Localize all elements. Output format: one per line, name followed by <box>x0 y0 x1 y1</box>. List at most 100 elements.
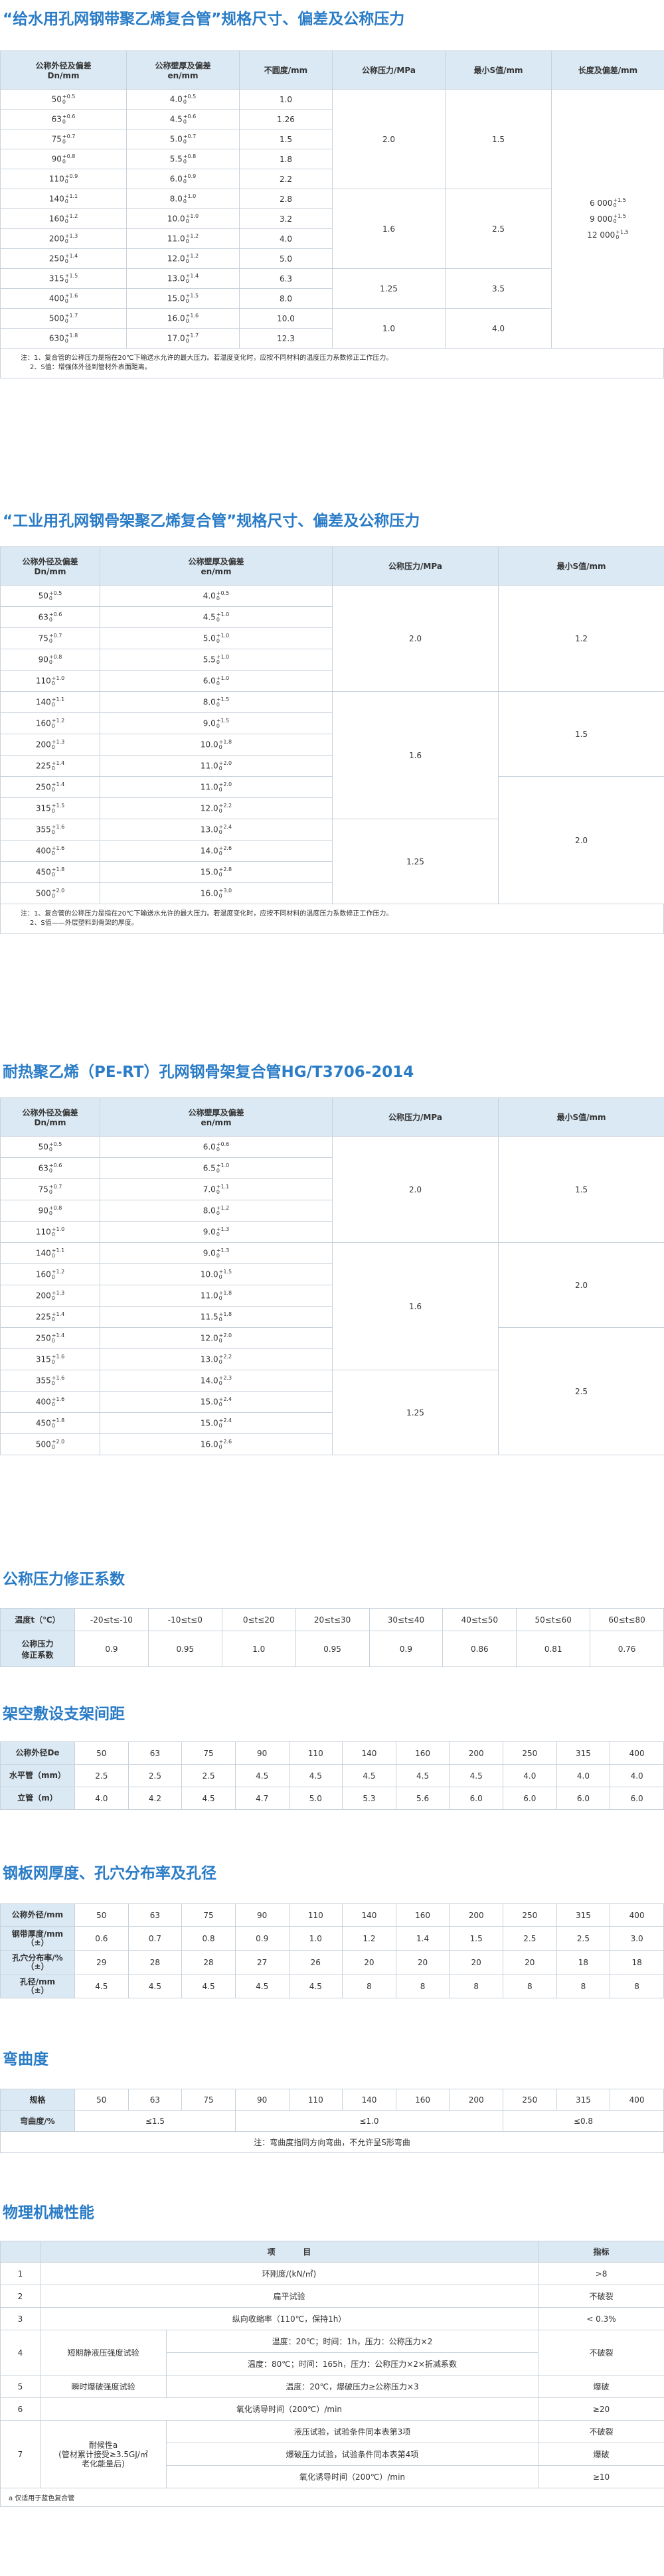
tolerance: +1.8 0 <box>52 1417 64 1429</box>
cell: 16.0+1.6 0 <box>126 308 240 329</box>
tolerance-lower: 0 <box>62 118 66 125</box>
value: 250 <box>35 1333 51 1342</box>
cell: 6.0+0.6 0 <box>100 1136 333 1158</box>
value: 75 <box>51 134 62 143</box>
cell: 0.8 <box>181 1926 236 1951</box>
tolerance: +0.6 0 <box>48 611 62 623</box>
tolerance-lower: 0 <box>183 118 187 125</box>
cell: 1.25 <box>332 819 499 904</box>
value: 160 <box>35 718 51 728</box>
tolerance-lower: 0 <box>51 1337 55 1344</box>
value: 14.0 <box>200 846 218 855</box>
cell: 90 <box>234 1903 290 1927</box>
cell: 1.25 <box>332 268 446 309</box>
cell: 11.0+1.8 0 <box>100 1285 333 1307</box>
cell: 1.5 <box>449 1926 503 1951</box>
column-header: 公称壁厚及偏差 en/mm <box>100 1097 333 1137</box>
cell: 13.0+2.4 0 <box>100 819 333 841</box>
cell: 不破裂 <box>538 2285 664 2308</box>
table-industrial-pipe: 公称外径及偏差 Dn/mm 公称壁厚及偏差 en/mm 公称压力/MPa 最小S值/m… <box>0 546 664 934</box>
tolerance: +1.5 0 <box>616 230 628 240</box>
value: 10.0 <box>167 214 185 223</box>
cell: 2.5 <box>445 189 552 269</box>
cell: 短期静液压强度试验 <box>40 2330 167 2375</box>
cell: 15.0+2.8 0 <box>100 861 333 883</box>
cell: 450+1.8 0 <box>0 1412 100 1434</box>
table-notes: 注：1、复合管的公称压力是指在20℃下输送水允许的最大压力。若温度变化时，应按不… <box>0 349 664 378</box>
value: 11.0 <box>200 1291 218 1300</box>
cell: 500+2.0 0 <box>0 882 100 904</box>
cell: 4.5 <box>234 1764 290 1787</box>
cell: 4.5 <box>234 1974 290 1998</box>
section-industrial-pipe: “工业用孔网钢骨架聚乙烯复合管”规格尺寸、偏差及公称压力 <box>0 511 664 531</box>
tolerance-lower: 0 <box>48 616 53 623</box>
tolerance: +2.0 0 <box>219 1332 232 1344</box>
note-line: 2、S值：增强体外径到管材外表面距离。 <box>30 364 151 371</box>
cell: 12.0+2.0 0 <box>100 1327 333 1349</box>
cell: 1.5 <box>498 1136 664 1243</box>
tolerance: +1.8 0 <box>219 1290 232 1301</box>
cell: 13.0+2.2 0 <box>100 1348 333 1370</box>
cell: 温度：20℃，爆破压力≥公称压力×3 <box>166 2375 539 2398</box>
cell: 140+1.1 0 <box>0 691 100 713</box>
cell: 6.3 <box>239 268 333 289</box>
section-title: “给水用孔网钢带聚乙烯复合管”规格尺寸、偏差及公称压力 <box>3 11 405 28</box>
cell: 6.0 <box>449 1787 503 1810</box>
value: 500 <box>35 888 51 898</box>
cell: 250 <box>503 1903 557 1927</box>
cell: 250 <box>503 1741 557 1765</box>
cell: 4.7 <box>234 1787 290 1810</box>
value: 5.0 <box>169 134 183 143</box>
cell: 温度：80℃；时间：165h，压力：公称压力×2×折减系数 <box>166 2352 539 2375</box>
table-row: 水平管（mm） 2.5 2.5 2.5 4.5 4.5 4.5 4.5 4.5 4.0 4.0 4.0 <box>0 1764 664 1787</box>
note-line: 注：1、复合管的公称压力是指在20℃下输送水允许的最大压力。若温度变化时，应按不… <box>21 355 393 362</box>
tolerance: +1.1 0 <box>52 1248 64 1259</box>
tolerance-lower: 0 <box>51 722 55 729</box>
tolerance: +0.7 0 <box>49 1184 62 1195</box>
tolerance-lower: 0 <box>216 637 220 644</box>
cell: 4.5 <box>342 1764 396 1787</box>
tolerance-lower: 0 <box>218 850 222 856</box>
header-index: 指标 <box>538 2241 664 2263</box>
tolerance-lower: 0 <box>218 1443 222 1450</box>
tolerance-lower: 0 <box>64 178 68 185</box>
value: 225 <box>35 1312 51 1321</box>
tolerance-lower: 0 <box>218 1380 222 1386</box>
table-water-pipe: 公称外径及偏差 Dn/mm 公称壁厚及偏差 en/mm 不圆度/mm 公称压力/MPa… <box>0 50 664 378</box>
tolerance: +1.6 0 <box>65 293 78 304</box>
cell: 3.0 <box>610 1926 664 1951</box>
tolerance-lower: 0 <box>62 158 66 165</box>
cell: 50 <box>74 2089 129 2111</box>
cell: 160+1.2 0 <box>0 712 100 734</box>
tolerance: +1.3 0 <box>65 233 78 244</box>
cell: >8 <box>538 2262 664 2285</box>
tolerance-lower: 0 <box>51 829 55 835</box>
value: 75 <box>38 633 48 643</box>
cell: 10.0+1.8 0 <box>100 734 333 756</box>
section-steel-mesh: 钢板网厚度、孔穴分布率及孔径 <box>0 1864 664 1884</box>
section-pressure-coef: 公称压力修正系数 <box>0 1570 664 1589</box>
tolerance-lower: 0 <box>218 786 222 793</box>
cell: 11.0+2.0 0 <box>100 755 333 777</box>
cell: 26 <box>288 1950 343 1974</box>
cell: 50≤t≤60 <box>516 1608 591 1631</box>
tolerance: +1.5 0 <box>613 198 625 208</box>
cell: 200 <box>449 1903 503 1927</box>
value: 12.0 <box>200 803 218 813</box>
tolerance: +1.5 0 <box>216 718 229 729</box>
tolerance: +2.2 0 <box>219 803 232 814</box>
tolerance: +1.3 0 <box>216 1226 229 1238</box>
value: 63 <box>51 114 62 123</box>
tolerance-lower: 0 <box>218 829 222 835</box>
cell: 15.0+2.4 0 <box>100 1391 333 1413</box>
value: 50 <box>38 591 48 600</box>
tolerance-lower: 0 <box>218 1273 222 1280</box>
tolerance-lower: 0 <box>48 1188 53 1195</box>
cell: 6.0 <box>610 1787 664 1810</box>
tolerance-lower: 0 <box>51 765 55 771</box>
cell: 0.9 <box>369 1631 444 1667</box>
value: 160 <box>35 1269 51 1279</box>
column-header: 公称压力/MPa <box>332 50 446 90</box>
cell: 环刚度/(kN/㎡) <box>40 2262 539 2285</box>
cell: 1.8 <box>239 149 333 169</box>
